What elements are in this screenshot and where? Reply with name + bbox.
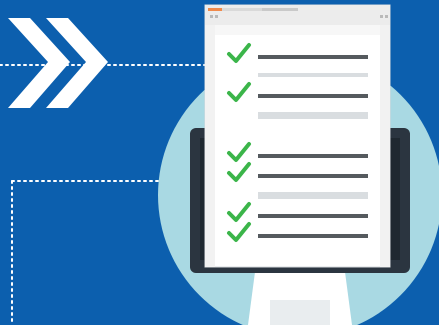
illustration-scene [0,0,439,325]
checklist-line-empty [258,195,368,199]
checklist-line [258,94,368,98]
document-window [204,4,391,268]
checklist-line [258,55,368,59]
checklist-line-empty [258,115,368,119]
checklist-line [258,214,368,218]
checklist-line [258,154,368,158]
window-tab-accent [208,8,222,11]
illustration-svg [0,0,439,325]
checklist-line [258,234,368,238]
checklist-subline [258,73,368,77]
monitor-stand [248,272,352,325]
checklist-line [258,174,368,178]
